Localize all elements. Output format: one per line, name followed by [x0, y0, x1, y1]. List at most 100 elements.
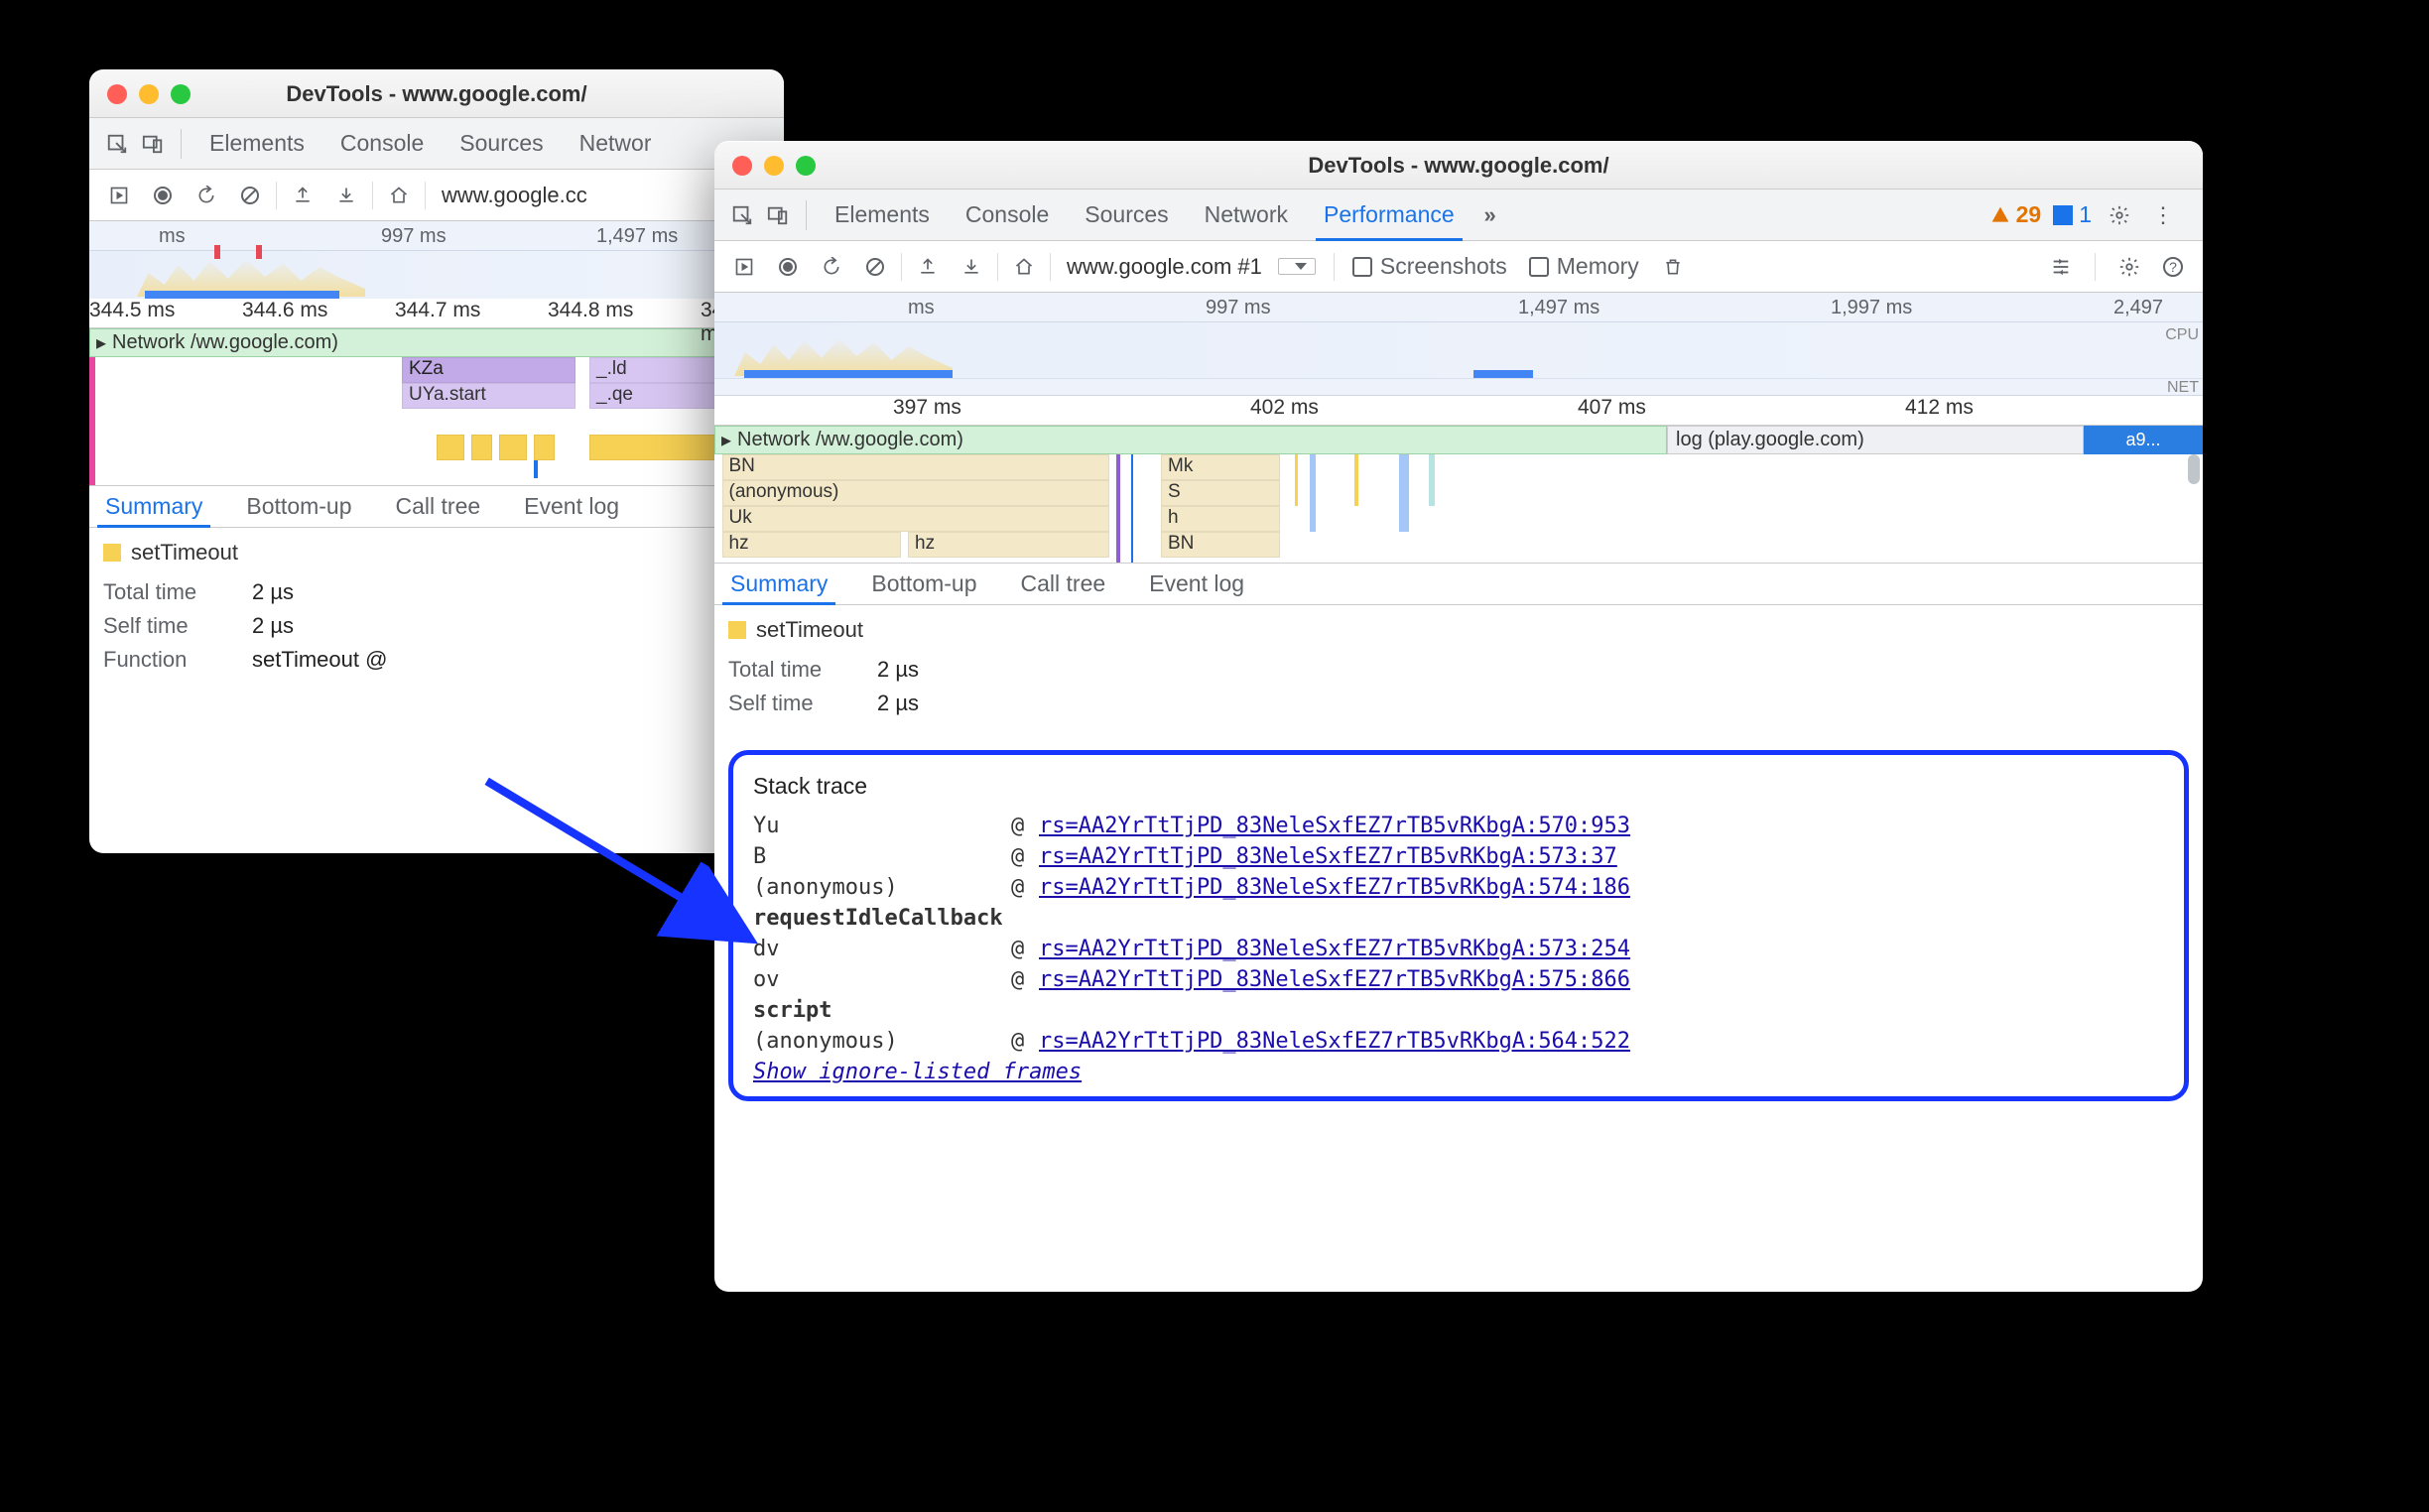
panel-tabs: Elements Console Sources Network Perform… [714, 189, 2203, 241]
frame-source-link[interactable]: rs=AA2YrTtTjPD_83NeleSxfEZ7rTB5vRKbgA:57… [1039, 937, 1630, 961]
expand-icon[interactable]: ▸ [96, 330, 106, 355]
zoom-icon[interactable] [171, 84, 191, 104]
tab-elements[interactable]: Elements [193, 118, 320, 170]
network-track[interactable]: ▸ Network /ww.google.com) [89, 328, 784, 357]
expand-icon[interactable]: ▸ [721, 428, 731, 452]
frame-source-link[interactable]: rs=AA2YrTtTjPD_83NeleSxfEZ7rTB5vRKbgA:57… [1039, 814, 1630, 838]
subtab-calltree[interactable]: Call tree [1013, 564, 1114, 605]
titlebar[interactable]: DevTools - www.google.com/ [89, 70, 784, 118]
frame-function: B [753, 844, 1011, 869]
category-swatch [103, 544, 121, 562]
flame-block[interactable]: BN [1161, 532, 1280, 558]
network-track[interactable]: ▸Network /ww.google.com) log (play.googl… [714, 426, 2203, 454]
download-icon[interactable] [954, 249, 989, 285]
reload-icon[interactable] [814, 249, 849, 285]
frame-source-link[interactable]: rs=AA2YrTtTjPD_83NeleSxfEZ7rTB5vRKbgA:57… [1039, 967, 1630, 992]
subtab-bottomup[interactable]: Bottom-up [863, 564, 984, 605]
scrollbar[interactable] [2187, 454, 2201, 563]
flame-block[interactable]: (anonymous) [722, 480, 1109, 506]
subtab-calltree[interactable]: Call tree [388, 486, 489, 528]
recording-url[interactable]: www.google.cc [434, 183, 587, 208]
minimize-icon[interactable] [139, 84, 159, 104]
flame-chart[interactable]: BN(anonymous)UkhzhzMkShBN [714, 454, 2203, 564]
flame-block[interactable]: UYa.start [402, 383, 575, 409]
device-icon[interactable] [137, 128, 169, 160]
frame-source-link[interactable]: rs=AA2YrTtTjPD_83NeleSxfEZ7rTB5vRKbgA:57… [1039, 844, 1617, 869]
recording-dropdown[interactable] [1278, 258, 1316, 275]
device-icon[interactable] [762, 199, 794, 231]
flame-block[interactable]: Uk [722, 506, 1109, 532]
subtab-bottomup[interactable]: Bottom-up [238, 486, 359, 528]
show-ignored-link[interactable]: Show ignore-listed frames [753, 1060, 1082, 1084]
clear-icon[interactable] [857, 249, 893, 285]
timeline-overview[interactable]: ms 997 ms 1,497 ms [89, 221, 784, 299]
detail-ruler[interactable]: 397 ms 402 ms 407 ms 412 ms [714, 396, 2203, 426]
kebab-icon[interactable]: ⋮ [2147, 199, 2179, 231]
issues-badge[interactable]: 1 [2053, 201, 2092, 228]
flame-block[interactable]: S [1161, 480, 1280, 506]
shortcuts-icon[interactable] [2043, 249, 2079, 285]
reload-icon[interactable] [189, 178, 224, 213]
tab-sources[interactable]: Sources [1069, 189, 1184, 241]
subtab-eventlog[interactable]: Event log [516, 486, 627, 528]
flame-block[interactable]: BN [722, 454, 1109, 480]
flame-block[interactable]: KZa [402, 357, 575, 383]
play-icon[interactable] [101, 178, 137, 213]
flame-block[interactable]: Mk [1161, 454, 1280, 480]
flame-block[interactable]: hz [908, 532, 1109, 558]
tab-network[interactable]: Network [1189, 189, 1304, 241]
traffic-lights [714, 156, 816, 176]
home-icon[interactable] [1006, 249, 1042, 285]
play-icon[interactable] [726, 249, 762, 285]
perf-toolbar: www.google.com #1 Screenshots Memory ? [714, 241, 2203, 293]
more-tabs-icon[interactable]: » [1474, 199, 1506, 231]
zoom-icon[interactable] [796, 156, 816, 176]
frame-function: (anonymous) [753, 1029, 1011, 1054]
record-icon[interactable] [145, 178, 181, 213]
settings-icon[interactable] [2104, 199, 2135, 231]
warnings-badge[interactable]: 29 [1990, 201, 2042, 228]
details-tabs: Summary Bottom-up Call tree Event log [89, 486, 784, 528]
summary-panel: setTimeout Total time2 µs Self time2 µs [714, 605, 2203, 736]
flame-chart[interactable]: KZa _.ld UYa.start _.qe [89, 357, 784, 486]
settings-icon[interactable] [2111, 249, 2147, 285]
close-icon[interactable] [107, 84, 127, 104]
memory-checkbox[interactable]: Memory [1529, 253, 1639, 280]
details-tabs: Summary Bottom-up Call tree Event log [714, 564, 2203, 605]
record-icon[interactable] [770, 249, 806, 285]
detail-ruler[interactable]: 344.5 ms 344.6 ms 344.7 ms 344.8 ms 344.… [89, 299, 784, 328]
tab-network[interactable]: Network [564, 118, 651, 170]
upload-icon[interactable] [910, 249, 946, 285]
subtab-eventlog[interactable]: Event log [1141, 564, 1252, 605]
download-icon[interactable] [328, 178, 364, 213]
tab-console[interactable]: Console [950, 189, 1065, 241]
recording-select[interactable]: www.google.com #1 [1059, 254, 1262, 280]
frame-function: Yu [753, 814, 1011, 838]
clear-icon[interactable] [232, 178, 268, 213]
tab-elements[interactable]: Elements [819, 189, 946, 241]
ruler-mark: ms [159, 225, 186, 248]
home-icon[interactable] [381, 178, 417, 213]
screenshots-checkbox[interactable]: Screenshots [1352, 253, 1507, 280]
inspect-icon[interactable] [101, 128, 133, 160]
minimize-icon[interactable] [764, 156, 784, 176]
help-icon[interactable]: ? [2155, 249, 2191, 285]
tab-console[interactable]: Console [324, 118, 440, 170]
titlebar[interactable]: DevTools - www.google.com/ [714, 142, 2203, 189]
timeline-overview[interactable]: ms 997 ms 1,497 ms 1,997 ms 2,497 CPU NE… [714, 293, 2203, 396]
window-title: DevTools - www.google.com/ [714, 153, 2203, 179]
gc-icon[interactable] [1655, 249, 1691, 285]
subtab-summary[interactable]: Summary [722, 564, 835, 605]
flame-block[interactable]: h [1161, 506, 1280, 532]
flame-block[interactable]: hz [722, 532, 901, 558]
upload-icon[interactable] [285, 178, 320, 213]
frame-source-link[interactable]: rs=AA2YrTtTjPD_83NeleSxfEZ7rTB5vRKbgA:57… [1039, 875, 1630, 900]
tab-performance[interactable]: Performance [1308, 189, 1470, 241]
inspect-icon[interactable] [726, 199, 758, 231]
ruler-mark: 1,497 ms [596, 225, 678, 248]
tab-sources[interactable]: Sources [444, 118, 559, 170]
close-icon[interactable] [732, 156, 752, 176]
devtools-window-front: DevTools - www.google.com/ Elements Cons… [714, 141, 2203, 1292]
frame-source-link[interactable]: rs=AA2YrTtTjPD_83NeleSxfEZ7rTB5vRKbgA:56… [1039, 1029, 1630, 1054]
subtab-summary[interactable]: Summary [97, 486, 210, 528]
